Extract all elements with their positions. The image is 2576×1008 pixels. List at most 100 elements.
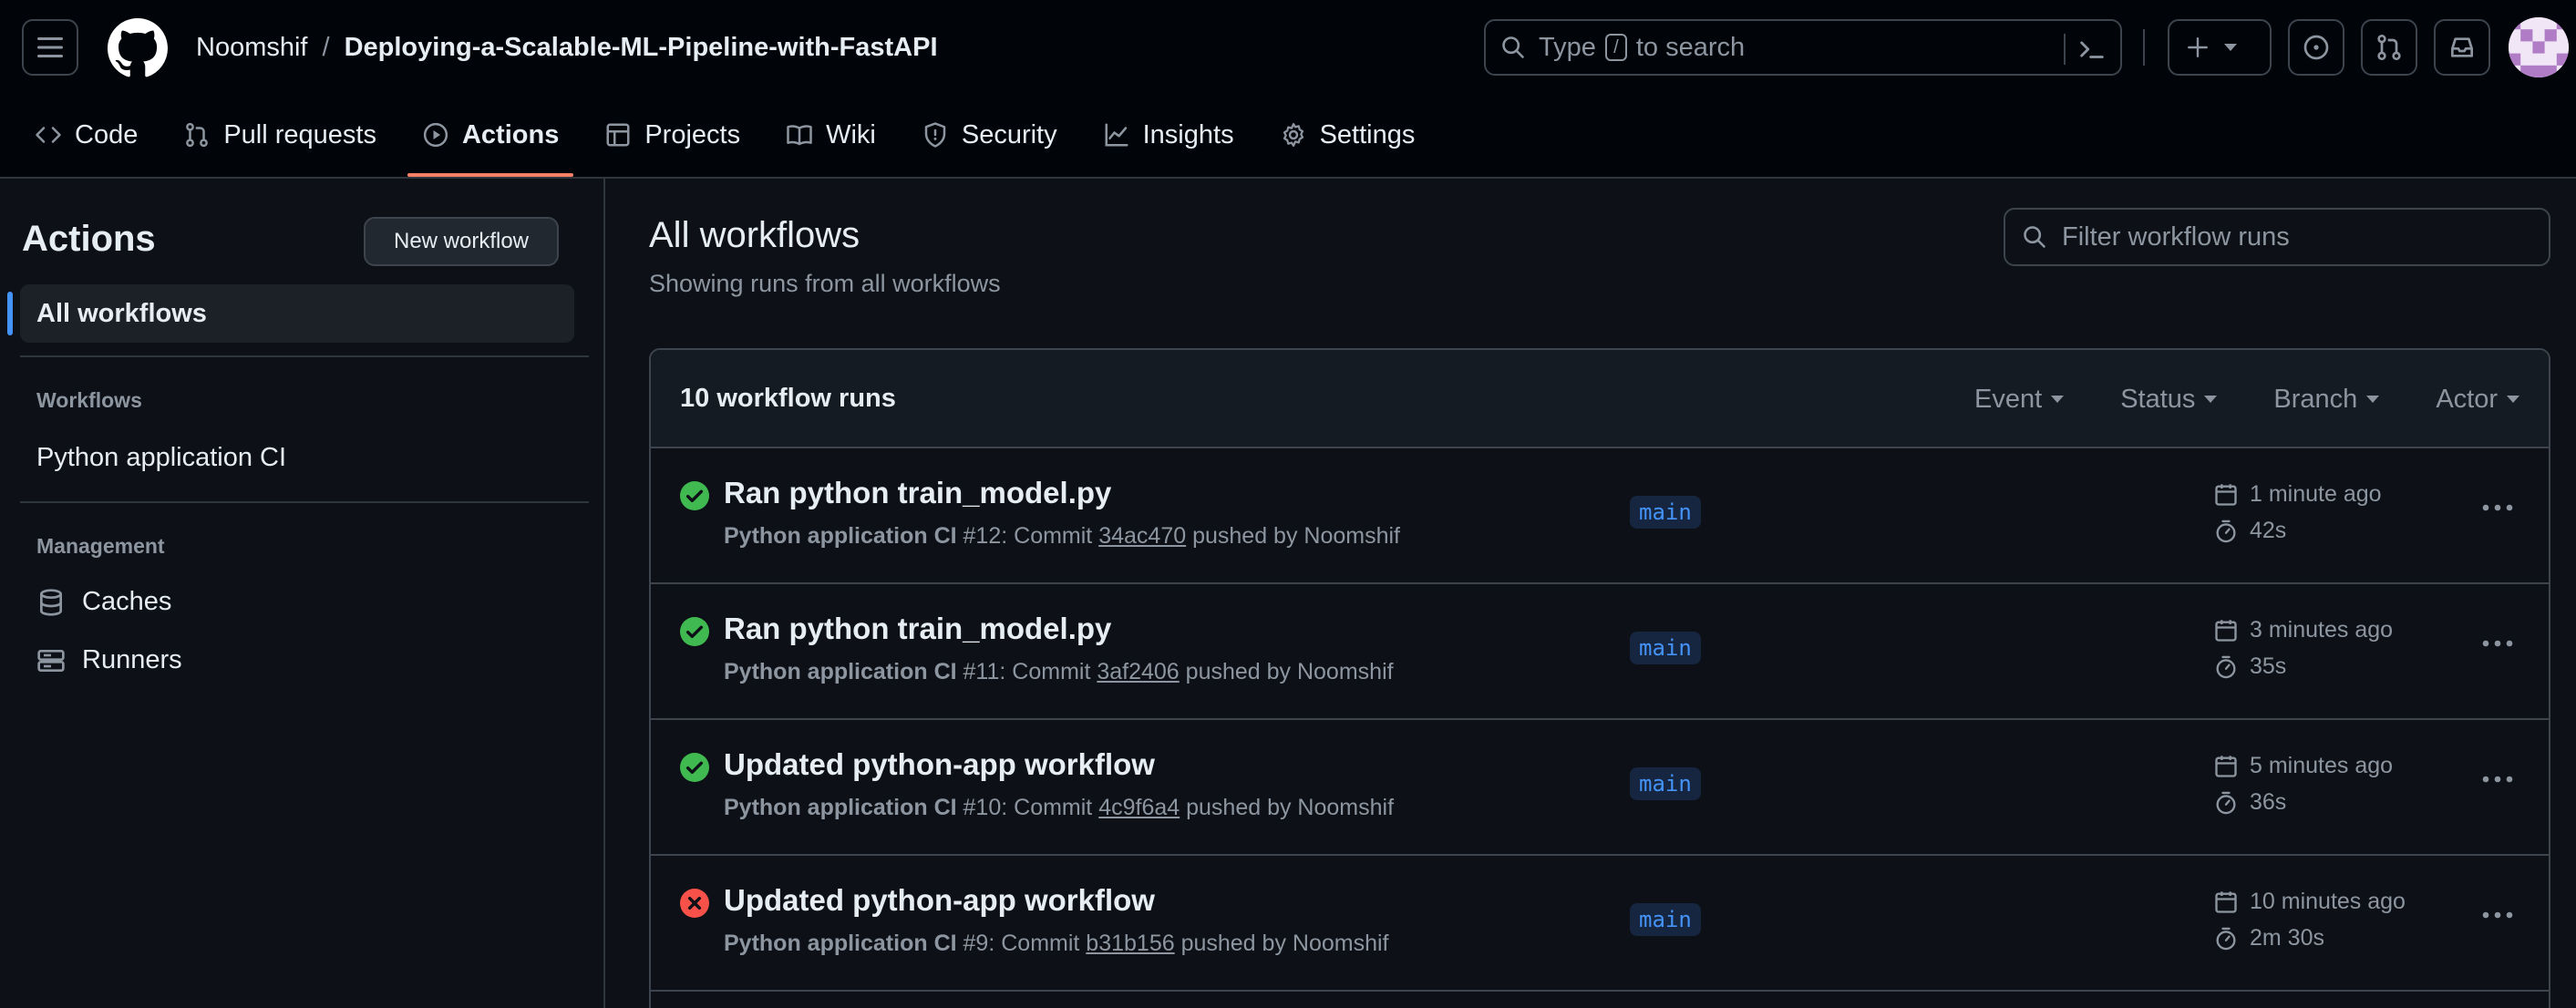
kebab-horizontal-icon[interactable]: [2481, 775, 2514, 784]
check-circle-icon: [680, 617, 709, 646]
search-icon: [1502, 36, 1524, 58]
search-prefix-text: Type: [1539, 32, 1596, 62]
run-commit-prefix: : Commit: [999, 659, 1097, 684]
branch-badge[interactable]: main: [1630, 903, 1701, 936]
run-title-link[interactable]: Updated python-app workflow: [724, 747, 1155, 782]
table-icon: [606, 123, 630, 147]
hamburger-menu-button[interactable]: [22, 19, 78, 76]
tab-security-label: Security: [961, 119, 1057, 149]
avatar[interactable]: [2509, 17, 2569, 77]
branch-badge[interactable]: main: [1630, 632, 1701, 664]
commit-sha-link[interactable]: b31b156: [1086, 931, 1174, 956]
run-title-link[interactable]: Updated python-app workflow: [724, 883, 1155, 918]
run-time: 5 minutes ago: [2213, 753, 2393, 779]
run-pushed-by: pushed by Noomshif: [1179, 659, 1394, 684]
branch-badge[interactable]: main: [1630, 767, 1701, 800]
repo-owner-link[interactable]: Noomshif: [196, 27, 308, 67]
actor-filter-label: Actor: [2436, 384, 2498, 414]
calendar-icon: [2215, 483, 2237, 506]
breadcrumb-separator: /: [322, 33, 330, 62]
run-time-text: 5 minutes ago: [2250, 753, 2394, 778]
run-duration: 35s: [2213, 653, 2286, 680]
run-time-text: 1 minute ago: [2250, 481, 2382, 507]
search-suffix-text: to search: [1635, 32, 1746, 62]
run-duration: 42s: [2213, 518, 2286, 544]
run-commit-prefix: : Commit: [1001, 523, 1099, 549]
shield-icon: [924, 122, 946, 148]
commit-sha-link[interactable]: 34ac470: [1098, 523, 1186, 549]
issues-button[interactable]: [2288, 19, 2344, 76]
github-logo-icon[interactable]: [108, 18, 168, 78]
header-divider: [2143, 29, 2145, 66]
calendar-icon: [2215, 890, 2237, 913]
book-icon: [787, 125, 812, 146]
tab-code-label: Code: [75, 119, 139, 149]
sidebar-item-all-workflows[interactable]: All workflows: [7, 284, 574, 343]
filter-workflow-runs-input[interactable]: Filter workflow runs: [2004, 208, 2550, 266]
status-filter-dropdown[interactable]: Status: [2120, 385, 2218, 415]
branch-badge[interactable]: main: [1630, 496, 1701, 529]
table-row[interactable]: Updated python-app workflow Python appli…: [651, 856, 2549, 992]
database-icon: [40, 588, 62, 616]
run-workflow-name: Python application CI: [724, 931, 957, 956]
check-circle-icon: [680, 481, 709, 510]
tab-insights-label: Insights: [1142, 119, 1234, 149]
kebab-horizontal-icon[interactable]: [2481, 639, 2514, 648]
actor-filter-dropdown[interactable]: Actor: [2436, 385, 2519, 415]
repo-name-link[interactable]: Deploying-a-Scalable-ML-Pipeline-with-Fa…: [345, 27, 938, 67]
page-title: All workflows: [649, 215, 860, 255]
workflow-item-label: Python application CI: [36, 443, 287, 472]
tab-projects[interactable]: Projects: [590, 100, 755, 170]
tab-pull-requests[interactable]: Pull requests: [169, 100, 391, 170]
tab-settings[interactable]: Settings: [1265, 100, 1430, 170]
kebab-horizontal-icon[interactable]: [2481, 910, 2514, 920]
table-row[interactable]: Ran python train_model.py Python applica…: [651, 584, 2549, 720]
run-title-link[interactable]: Ran python train_model.py: [724, 476, 1111, 510]
commit-sha-link[interactable]: 3af2406: [1097, 659, 1179, 684]
commit-sha-link[interactable]: 4c9f6a4: [1098, 795, 1180, 820]
table-row[interactable]: Ran python train_model.py Python applica…: [651, 448, 2549, 584]
issue-opened-icon: [2303, 35, 2329, 60]
run-duration: 36s: [2213, 789, 2286, 816]
run-time-text: 10 minutes ago: [2250, 889, 2406, 914]
global-search-input[interactable]: Type / to search: [1484, 19, 2122, 76]
tab-code[interactable]: Code: [20, 100, 152, 170]
runners-label: Runners: [82, 645, 182, 674]
sidebar-item-python-application-ci[interactable]: Python application CI: [36, 443, 286, 473]
kebab-horizontal-icon[interactable]: [2481, 503, 2514, 512]
run-workflow-name: Python application CI: [724, 795, 957, 820]
branch-filter-dropdown[interactable]: Branch: [2273, 384, 2380, 415]
tab-actions[interactable]: Actions: [407, 100, 574, 177]
run-number: #12: [963, 523, 1002, 549]
create-new-button[interactable]: [2168, 19, 2272, 76]
tab-wiki[interactable]: Wiki: [771, 100, 891, 170]
tab-wiki-label: Wiki: [826, 119, 876, 149]
sidebar-item-runners[interactable]: Runners: [36, 645, 182, 675]
repo-tabs: Code Pull requests Actions Projects Wiki…: [0, 100, 1446, 179]
run-duration-text: 35s: [2250, 653, 2287, 679]
chevron-down-icon: [2366, 396, 2380, 403]
sidebar-divider: [20, 501, 589, 503]
command-palette-icon[interactable]: [2076, 34, 2107, 65]
run-commit-prefix: : Commit: [988, 931, 1087, 956]
branch-filter-label: Branch: [2273, 384, 2358, 414]
run-meta: Python application CI #12: Commit 34ac47…: [724, 523, 1400, 550]
run-time: 1 minute ago: [2213, 481, 2382, 508]
run-duration-text: 36s: [2250, 789, 2287, 815]
run-title-link[interactable]: Ran python train_model.py: [724, 612, 1111, 646]
pull-requests-button[interactable]: [2361, 19, 2417, 76]
tab-insights[interactable]: Insights: [1088, 100, 1249, 170]
run-duration: 2m 30s: [2213, 925, 2324, 951]
stopwatch-icon: [2216, 927, 2236, 950]
tab-security[interactable]: Security: [907, 100, 1072, 170]
event-filter-dropdown[interactable]: Event: [1974, 385, 2065, 415]
x-circle-icon: [680, 889, 709, 918]
run-number: #9: [963, 931, 989, 956]
table-row[interactable]: Updated python-app workflow Python appli…: [651, 720, 2549, 856]
inbox-button[interactable]: [2434, 19, 2490, 76]
identicon-icon: [2509, 17, 2569, 77]
new-workflow-button[interactable]: New workflow: [364, 217, 559, 266]
server-icon: [37, 649, 65, 672]
sidebar-item-caches[interactable]: Caches: [36, 587, 171, 617]
run-time-text: 3 minutes ago: [2250, 617, 2394, 643]
